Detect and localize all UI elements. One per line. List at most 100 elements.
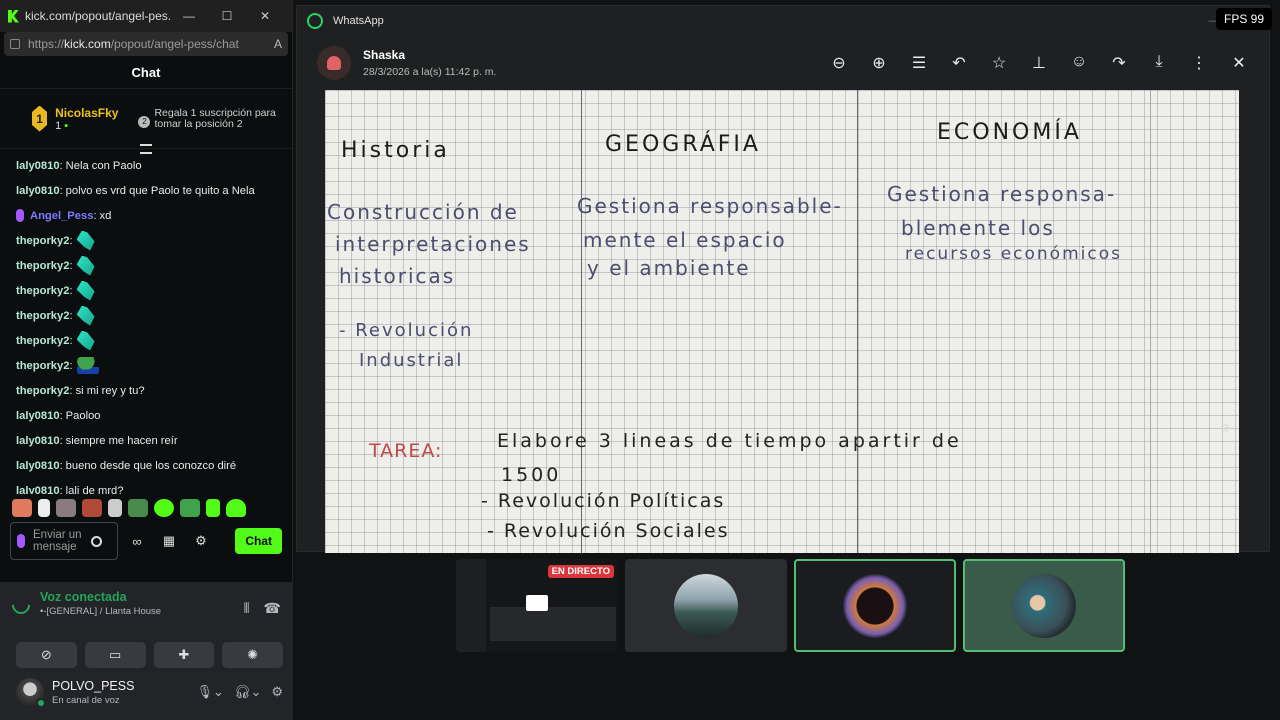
emote-icon[interactable] bbox=[38, 499, 50, 517]
headphones-icon[interactable]: 🎧︎⌄ bbox=[234, 684, 261, 700]
settings-gear-icon[interactable]: ⚙ bbox=[188, 533, 214, 549]
message-user[interactable]: theporky2 bbox=[16, 260, 69, 272]
close-icon[interactable]: ✕ bbox=[246, 9, 284, 23]
emote-icon[interactable] bbox=[56, 499, 76, 517]
emote-icon bbox=[76, 255, 95, 276]
chat-input[interactable]: Enviar un mensaje bbox=[10, 522, 118, 560]
soundboard-button[interactable]: ✺ bbox=[222, 642, 283, 668]
user-settings-icon[interactable]: ⚙ bbox=[271, 684, 283, 700]
maximize-icon[interactable]: ☐ bbox=[208, 9, 246, 23]
disconnect-icon[interactable]: ☎ bbox=[264, 600, 281, 617]
minimize-icon[interactable]: — bbox=[170, 9, 208, 23]
gift-prompt[interactable]: 2 Regala 1 suscripción para tomar la pos… bbox=[138, 107, 282, 130]
url-prefix: https:// bbox=[28, 37, 65, 51]
pinned-leaderboard: 1 NicolasFky 1 ▪ 2 Regala 1 suscripción … bbox=[0, 89, 292, 154]
emote-icon[interactable] bbox=[154, 499, 174, 517]
site-info-icon[interactable] bbox=[10, 39, 20, 49]
colon: : bbox=[69, 359, 73, 372]
frog-emote-icon bbox=[76, 356, 99, 375]
collapse-pinned-icon[interactable] bbox=[140, 144, 152, 154]
colon: : bbox=[59, 484, 63, 495]
activities-button[interactable]: ✚ bbox=[153, 642, 215, 668]
contact-name[interactable]: Shaska bbox=[363, 48, 496, 62]
emote-icon[interactable] bbox=[206, 499, 220, 517]
leader-username[interactable]: NicolasFky bbox=[55, 106, 118, 120]
forward-icon[interactable]: ↷ bbox=[1109, 53, 1129, 73]
message-user[interactable]: laly0810 bbox=[16, 485, 60, 495]
caption-icon[interactable]: ☰ bbox=[909, 53, 929, 73]
notebook-photo[interactable]: Historia GEOGRÁFIA ECONOMÍA Construcción… bbox=[325, 90, 1239, 553]
message-user[interactable]: theporky2 bbox=[16, 335, 69, 347]
user-panel: POLVO_PESS En canal de voz 🎙︎⌄ 🎧︎⌄ ⚙ bbox=[0, 668, 293, 708]
competence-2-line-2: mente el espacio bbox=[583, 228, 787, 252]
address-bar[interactable]: https://kick.com/popout/angel-pess/chat … bbox=[4, 32, 288, 56]
emoji-icon[interactable] bbox=[91, 535, 102, 547]
reply-icon[interactable]: ↶ bbox=[949, 53, 969, 73]
chat-message: theporky2: bbox=[16, 253, 292, 278]
colon: : bbox=[69, 309, 73, 322]
online-status-icon bbox=[36, 698, 46, 708]
pin-icon[interactable]: ⊥ bbox=[1029, 53, 1049, 73]
message-text: si mi rey y tu? bbox=[75, 384, 145, 397]
zoom-in-icon[interactable]: ⊕ bbox=[869, 53, 889, 73]
voice-status[interactable]: Voz conectada bbox=[40, 590, 161, 604]
avatar[interactable] bbox=[16, 678, 46, 708]
username[interactable]: POLVO_PESS bbox=[52, 679, 134, 693]
more-icon[interactable]: ⋮ bbox=[1189, 53, 1209, 73]
emotes-infinity-icon[interactable]: ∞ bbox=[124, 534, 150, 549]
message-user[interactable]: theporky2 bbox=[16, 310, 69, 322]
emote-icon[interactable] bbox=[226, 499, 246, 517]
monitor-icon bbox=[526, 595, 548, 611]
voice-connection: Voz conectada •-[GENERAL] / Llanta House… bbox=[0, 582, 293, 642]
message-user[interactable]: laly0810 bbox=[16, 185, 60, 197]
colon: : bbox=[93, 209, 97, 222]
signal-icon[interactable] bbox=[8, 592, 34, 618]
column-divider bbox=[857, 90, 858, 553]
voice-channel[interactable]: •-[GENERAL] / Llanta House bbox=[40, 606, 161, 617]
colon: : bbox=[69, 259, 73, 272]
competence-1-line-2: interpretaciones bbox=[335, 232, 531, 256]
contact-avatar[interactable] bbox=[317, 46, 351, 80]
store-icon[interactable]: ▦ bbox=[156, 533, 182, 549]
star-icon[interactable]: ☆ bbox=[989, 53, 1009, 73]
message-text: siempre me hacen reír bbox=[65, 434, 178, 447]
participant-tile[interactable] bbox=[625, 559, 787, 652]
emoji-icon[interactable]: ☺ bbox=[1069, 53, 1089, 73]
message-user[interactable]: Angel_Pess bbox=[30, 210, 93, 222]
close-icon[interactable]: ✕ bbox=[1229, 53, 1249, 73]
camera-off-button[interactable]: ⊘ bbox=[16, 642, 77, 668]
participant-tile-speaking[interactable] bbox=[963, 559, 1125, 652]
emote-icon[interactable] bbox=[180, 499, 200, 517]
message-user[interactable]: theporky2 bbox=[16, 385, 69, 397]
chat-message: theporky2: si mi rey y tu? bbox=[16, 378, 292, 403]
competence-3-line-2: blemente los bbox=[901, 216, 1055, 240]
zoom-out-icon[interactable]: ⊖ bbox=[829, 53, 849, 73]
message-user[interactable]: laly0810 bbox=[16, 160, 60, 172]
message-user[interactable]: laly0810 bbox=[16, 410, 60, 422]
download-icon[interactable]: ⤓ bbox=[1149, 53, 1169, 73]
noise-suppression-icon[interactable]: ⫴ bbox=[244, 600, 250, 617]
emote-icon[interactable] bbox=[82, 499, 102, 517]
send-chat-button[interactable]: Chat bbox=[235, 528, 282, 554]
share-screen-button[interactable]: ▭ bbox=[84, 642, 146, 668]
message-user[interactable]: theporky2 bbox=[16, 285, 69, 297]
move-cursor-icon: ✥ bbox=[1221, 421, 1232, 435]
read-aloud-icon[interactable]: A bbox=[274, 37, 282, 51]
colon: : bbox=[59, 409, 63, 422]
participant-tile-speaking[interactable] bbox=[794, 559, 956, 652]
heading-economia: ECONOMÍA bbox=[937, 120, 1082, 145]
task-line-2: 1500 bbox=[501, 464, 562, 486]
discord-voice-panel: Voz conectada •-[GENERAL] / Llanta House… bbox=[0, 582, 293, 720]
emote-icon[interactable] bbox=[128, 499, 148, 517]
emote-icon[interactable] bbox=[12, 499, 32, 517]
chat-message: theporky2: bbox=[16, 303, 292, 328]
emote-icon[interactable] bbox=[108, 499, 122, 517]
screen-share-tile[interactable]: EN DIRECTO bbox=[456, 559, 618, 652]
message-user[interactable]: theporky2 bbox=[16, 235, 69, 247]
message-user[interactable]: laly0810 bbox=[16, 460, 60, 472]
message-user[interactable]: laly0810 bbox=[16, 435, 60, 447]
message-text: xd bbox=[99, 209, 112, 222]
microphone-icon[interactable]: 🎙︎⌄ bbox=[197, 684, 224, 700]
message-user[interactable]: theporky2 bbox=[16, 360, 69, 372]
chat-message: laly0810: lali de mrd? bbox=[16, 478, 292, 495]
